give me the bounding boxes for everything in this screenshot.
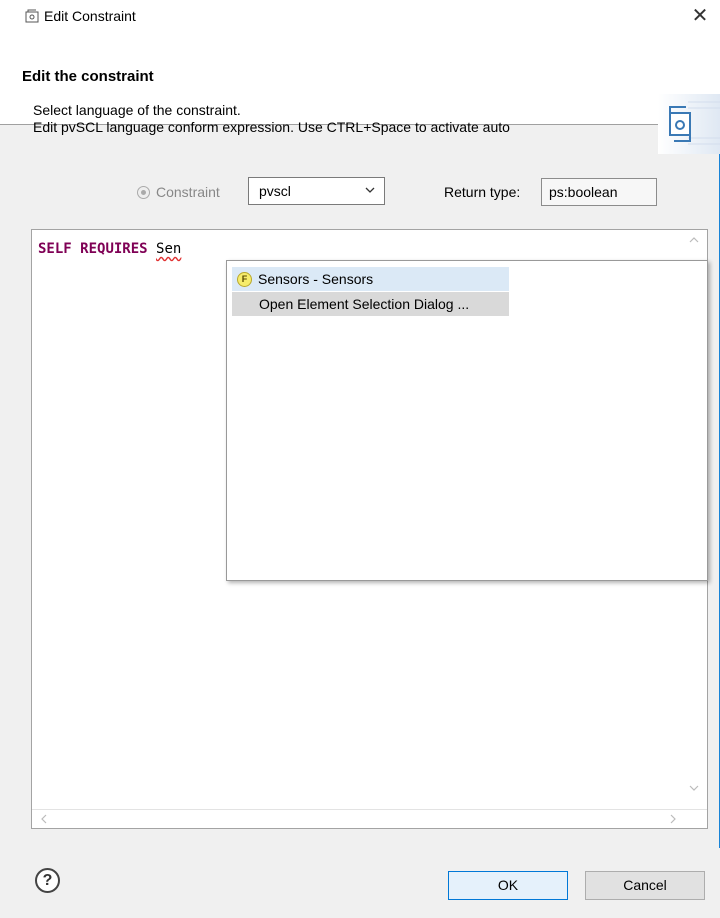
constraint-radio-label: Constraint [156, 184, 220, 200]
title-bar[interactable]: Edit Constraint ✕ [0, 0, 720, 32]
constraint-wizard-graphic [658, 94, 720, 154]
return-type-field: ps:boolean [541, 178, 657, 206]
chevron-down-icon [365, 187, 375, 193]
scroll-up-arrow-icon[interactable] [689, 236, 699, 244]
horizontal-scrollbar[interactable] [32, 809, 707, 828]
window-title: Edit Constraint [44, 8, 136, 24]
wizard-header: Edit the constraint Select language of t… [0, 32, 720, 154]
close-button[interactable]: ✕ [680, 0, 720, 32]
language-select-value: pvscl [259, 183, 291, 199]
constraint-wizard-icon [25, 9, 39, 23]
typed-identifier: Sen [156, 241, 182, 257]
return-type-label: Return type: [444, 184, 521, 200]
keyword-self: SELF [38, 241, 72, 257]
language-select[interactable]: pvscl [248, 177, 385, 205]
constraint-radio[interactable]: Constraint [137, 184, 220, 200]
header-description-line1: Select language of the constraint. [33, 102, 241, 118]
help-icon: ? [42, 872, 53, 889]
help-button[interactable]: ? [35, 868, 60, 893]
keyword-requires: REQUIRES [80, 241, 148, 257]
close-icon: ✕ [691, 5, 709, 27]
radio-button-icon [137, 185, 150, 199]
autocomplete-item-label: Open Element Selection Dialog ... [259, 296, 470, 312]
cancel-button[interactable]: Cancel [585, 871, 705, 900]
header-description-line2: Edit pvSCL language conform expression. … [33, 119, 510, 135]
button-bar: ? OK Cancel [0, 848, 720, 918]
edit-constraint-dialog: Edit Constraint ✕ Edit the constraint Se… [0, 0, 720, 918]
editor-code-line: SELF REQUIRES Sen [38, 241, 181, 257]
autocomplete-item-sensors[interactable]: F Sensors - Sensors [232, 267, 509, 291]
ok-button[interactable]: OK [448, 871, 568, 900]
autocomplete-popup: F Sensors - Sensors Open Element Selecti… [226, 260, 708, 581]
scroll-right-arrow-icon[interactable] [669, 810, 677, 828]
scroll-left-arrow-icon[interactable] [40, 810, 48, 828]
scroll-down-arrow-icon[interactable] [689, 784, 699, 792]
header-title: Edit the constraint [22, 68, 154, 85]
feature-f-icon: F [237, 272, 252, 287]
autocomplete-item-label: Sensors - Sensors [258, 271, 374, 287]
autocomplete-item-open-selection-dialog[interactable]: Open Element Selection Dialog ... [232, 292, 509, 316]
